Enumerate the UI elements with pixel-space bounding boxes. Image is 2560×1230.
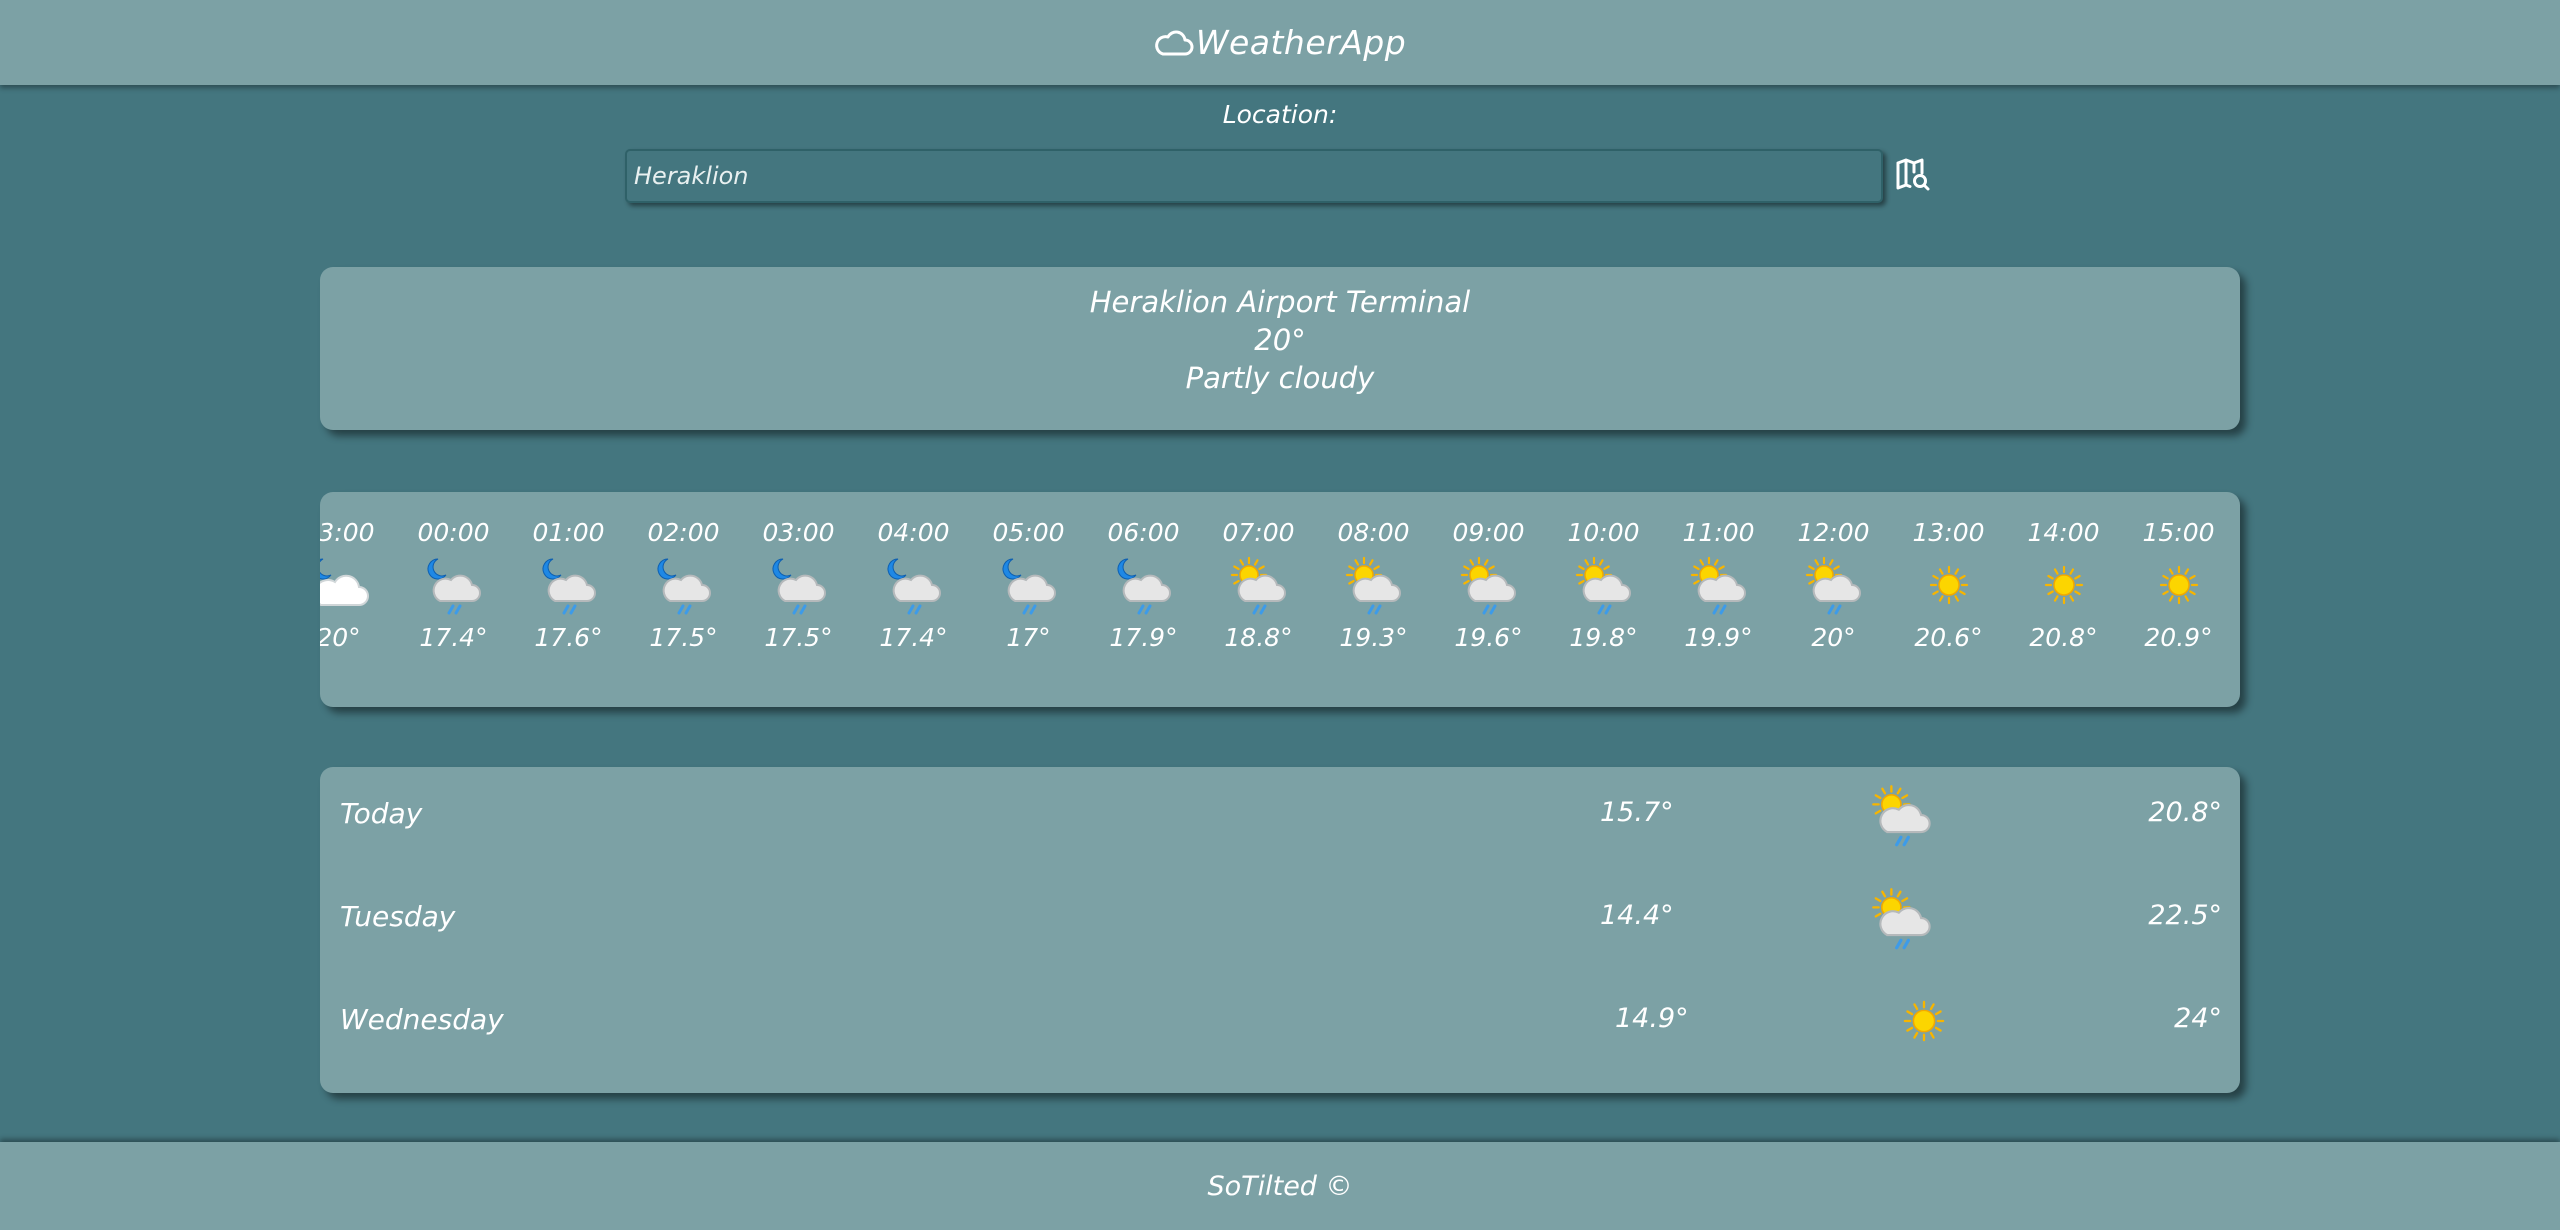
hour-item: 03:00 17.5° — [741, 492, 856, 707]
night-rain-icon — [882, 553, 946, 617]
hour-item: 13:00 20.6° — [1891, 492, 2006, 707]
sun-icon — [1917, 553, 1981, 617]
footer-text: SoTilted © — [1207, 1170, 1353, 1202]
day-rain-icon — [1802, 553, 1866, 617]
hour-item: 07:00 18.8° — [1201, 492, 1316, 707]
app-title: WeatherApp — [1195, 23, 1407, 62]
sun-icon — [2147, 553, 2211, 617]
map-search-icon — [1896, 158, 1930, 191]
day-min-temperature: 14.9° — [1615, 1003, 1689, 1034]
sun-icon — [2032, 553, 2096, 617]
day-max-temperature: 22.5° — [2148, 900, 2222, 931]
hour-time: 06:00 — [1107, 518, 1180, 547]
hour-time: 13:00 — [1912, 518, 1985, 547]
hour-temperature: 18.8° — [1224, 623, 1293, 652]
day-name: Wednesday — [340, 1003, 504, 1036]
night-rain-icon — [767, 553, 831, 617]
hour-temperature: 20° — [1811, 623, 1856, 652]
hour-item: 12:00 20° — [1776, 492, 1891, 707]
hour-time: 05:00 — [992, 518, 1065, 547]
daily-forecast: Today 15.7° 20.8° Tuesday 14.4° 22.5° Wednesda… — [320, 767, 2240, 1093]
sun-icon — [1890, 987, 1958, 1057]
hour-temperature: 20.6° — [1914, 623, 1983, 652]
hour-item: 01:00 17.6° — [511, 492, 626, 707]
hour-item: 06:00 17.9° — [1086, 492, 1201, 707]
night-rain-icon — [997, 553, 1061, 617]
location-label: Location: — [1222, 100, 1338, 129]
location-input[interactable] — [625, 149, 1883, 203]
hour-temperature: 17.6° — [534, 623, 603, 652]
hour-time: 01:00 — [532, 518, 605, 547]
hour-temperature: 19.9° — [1684, 623, 1753, 652]
hour-temperature: 17.4° — [419, 623, 488, 652]
footer: SoTilted © — [0, 1142, 2560, 1230]
hour-time: 09:00 — [1452, 518, 1525, 547]
day-rain-icon — [1457, 553, 1521, 617]
current-condition: Partly cloudy — [1185, 361, 1375, 395]
night-rain-icon — [422, 553, 486, 617]
current-location: Heraklion Airport Terminal — [1089, 285, 1471, 319]
hour-time: 15:00 — [2142, 518, 2215, 547]
night-cloud-icon — [320, 553, 371, 617]
hour-item: 05:00 17° — [971, 492, 1086, 707]
day-min-temperature: 15.7° — [1600, 797, 1674, 828]
hour-item: 10:00 19.8° — [1546, 492, 1661, 707]
hour-temperature: 17.4° — [879, 623, 948, 652]
hour-temperature: 17.9° — [1109, 623, 1178, 652]
hour-time: 04:00 — [877, 518, 950, 547]
hour-temperature: 17° — [1006, 623, 1051, 652]
night-rain-icon — [652, 553, 716, 617]
day-rain-icon — [1868, 781, 1936, 851]
app-header: WeatherApp — [0, 0, 2560, 85]
hour-item: 23:00 20° — [320, 492, 396, 707]
day-rain-icon — [1868, 884, 1936, 954]
hour-temperature: 19.6° — [1454, 623, 1523, 652]
night-rain-icon — [537, 553, 601, 617]
hourly-forecast[interactable]: 23:0020°00:0017.4°01:0017.6°02:0017.5°03… — [320, 492, 2240, 707]
night-rain-icon — [1112, 553, 1176, 617]
hour-item: 02:00 17.5° — [626, 492, 741, 707]
cloud-icon — [1154, 30, 1194, 55]
day-row: Today 15.7° 20.8° — [320, 767, 2240, 867]
hour-item: 15:00 20.9° — [2121, 492, 2236, 707]
hour-time: 02:00 — [647, 518, 720, 547]
day-max-temperature: 24° — [2174, 1003, 2222, 1034]
day-max-temperature: 20.8° — [2148, 797, 2222, 828]
hour-temperature: 20.9° — [2144, 623, 2213, 652]
day-name: Today — [340, 797, 423, 830]
day-name: Tuesday — [340, 900, 456, 933]
hour-time: 07:00 — [1222, 518, 1295, 547]
day-rain-icon — [1227, 553, 1291, 617]
hour-time: 10:00 — [1567, 518, 1640, 547]
hour-time: 23:00 — [320, 518, 375, 547]
current-temperature: 20° — [1254, 323, 1306, 357]
hour-time: 14:00 — [2027, 518, 2100, 547]
hour-time: 08:00 — [1337, 518, 1410, 547]
brand: WeatherApp — [1154, 23, 1406, 62]
hour-time: 03:00 — [762, 518, 835, 547]
day-rain-icon — [1342, 553, 1406, 617]
hour-temperature: 20.8° — [2029, 623, 2098, 652]
hour-temperature: 20° — [320, 623, 361, 652]
hour-item: 04:00 17.4° — [856, 492, 971, 707]
hour-time: 12:00 — [1797, 518, 1870, 547]
day-rain-icon — [1687, 553, 1751, 617]
hour-temperature: 17.5° — [764, 623, 833, 652]
hour-item: 14:00 20.8° — [2006, 492, 2121, 707]
current-weather-card: Heraklion Airport Terminal 20° Partly cl… — [320, 267, 2240, 430]
hour-temperature: 17.5° — [649, 623, 718, 652]
hour-temperature: 19.3° — [1339, 623, 1408, 652]
hour-item: 08:00 19.3° — [1316, 492, 1431, 707]
day-row: Wednesday 14.9° 24° — [320, 973, 2240, 1073]
hour-temperature: 19.8° — [1569, 623, 1638, 652]
hour-time: 00:00 — [417, 518, 490, 547]
hour-item: 00:00 17.4° — [396, 492, 511, 707]
day-row: Tuesday 14.4° 22.5° — [320, 870, 2240, 970]
map-search-button[interactable] — [1893, 155, 1933, 195]
day-min-temperature: 14.4° — [1600, 900, 1674, 931]
day-rain-icon — [1572, 553, 1636, 617]
hour-item: 09:00 19.6° — [1431, 492, 1546, 707]
hour-time: 11:00 — [1682, 518, 1755, 547]
hour-item: 11:00 19.9° — [1661, 492, 1776, 707]
